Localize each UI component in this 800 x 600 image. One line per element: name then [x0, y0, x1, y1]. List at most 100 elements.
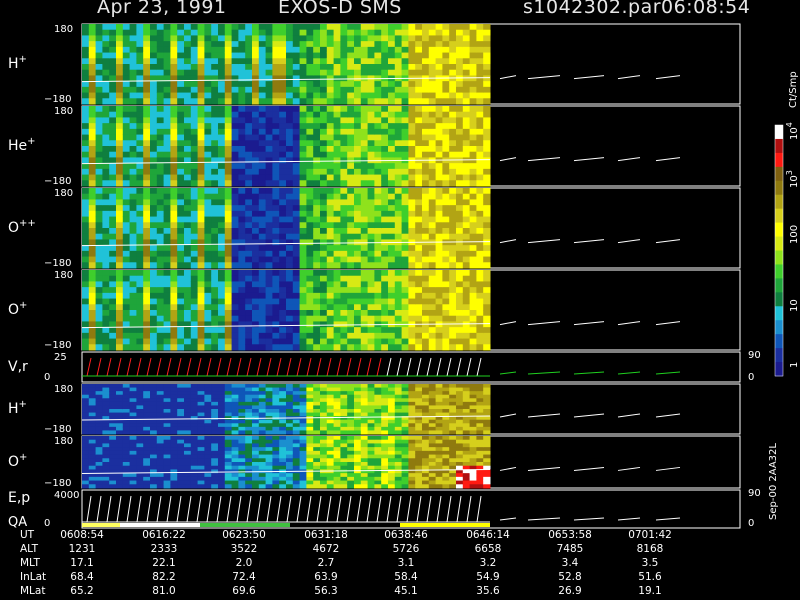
spectrogram-cell	[388, 391, 396, 396]
spectrogram-cell	[150, 426, 158, 431]
spectrogram-cell	[238, 58, 246, 65]
spectrogram-cell	[428, 327, 437, 334]
spectrogram-cell	[224, 332, 233, 340]
spectrogram-cell	[129, 29, 137, 36]
spectrogram-cell	[462, 46, 471, 54]
spectrogram-cell	[211, 174, 219, 181]
spectrogram-cell	[415, 111, 423, 118]
spectrogram-cell	[449, 180, 457, 187]
spectrogram-cell	[88, 41, 97, 48]
spectrogram-cell	[428, 151, 437, 158]
spectrogram-cell	[354, 469, 362, 474]
spectrogram-cell	[252, 205, 260, 212]
spectrogram-cell	[122, 58, 131, 65]
spectrogram-cell	[265, 344, 273, 351]
spectrogram-cell	[190, 41, 199, 48]
spectrogram-cell	[299, 228, 307, 235]
spectrogram-cell	[252, 163, 260, 170]
spectrogram-cell	[476, 398, 484, 403]
spectrogram-cell	[211, 188, 219, 195]
spectrogram-cell	[456, 401, 464, 406]
spectrogram-cell	[313, 270, 321, 277]
spectrogram-cell	[245, 484, 253, 489]
spectrogram-cell	[394, 140, 403, 147]
spectrogram-cell	[218, 281, 226, 288]
spectrogram-cell	[360, 168, 369, 176]
spectrogram-cell	[190, 480, 199, 485]
spectrogram-cell	[252, 287, 260, 294]
spectrogram-cell	[462, 75, 471, 82]
spectrogram-cell	[476, 174, 484, 181]
spectrogram-cell	[150, 484, 158, 489]
spectrogram-cell	[374, 92, 382, 99]
spectrogram-cell	[156, 193, 165, 200]
spectrogram-cell	[211, 216, 219, 223]
spectrogram-cell	[306, 210, 314, 218]
spectrogram-cell	[428, 401, 437, 406]
spectrogram-cell	[177, 469, 185, 474]
spectrogram-cell	[197, 46, 205, 54]
spectrogram-cell	[306, 327, 314, 334]
spectrogram-cell	[272, 476, 280, 482]
spectrogram-cell	[462, 210, 471, 218]
spectrogram-cell	[88, 117, 97, 124]
spectrogram-cell	[218, 92, 226, 99]
spectrogram-cell	[326, 250, 335, 258]
spectrogram-cell	[190, 35, 199, 42]
spectrogram-cell	[95, 412, 103, 417]
spectrogram-cell	[306, 436, 314, 441]
spectrogram-cell	[109, 426, 117, 431]
spectrogram-cell	[170, 35, 178, 42]
spectrogram-cell	[252, 465, 260, 470]
spectrogram-cell	[245, 447, 253, 452]
spectrogram-cell	[292, 476, 301, 482]
spectrogram-cell	[197, 228, 205, 235]
spectrogram-cell	[272, 46, 280, 54]
spectrogram-cell	[265, 81, 273, 88]
spectrogram-cell	[381, 332, 389, 340]
spectrogram-cell	[340, 469, 348, 474]
spectrogram-cell	[483, 52, 491, 59]
spectrogram-cell	[177, 111, 185, 118]
spectrogram-cell	[292, 462, 301, 467]
spectrogram-cell	[381, 338, 389, 345]
spectrogram-cell	[258, 419, 267, 424]
spectrogram-cell	[408, 398, 416, 403]
spectrogram-cell	[388, 256, 396, 263]
spectrogram-cell	[163, 188, 171, 195]
spectrogram-cell	[102, 412, 110, 417]
spectrogram-cell	[476, 344, 484, 351]
spectrogram-cell	[143, 188, 151, 195]
spectrogram-cell	[367, 465, 375, 470]
spectrogram-cell	[320, 298, 328, 305]
spectrogram-cell	[136, 35, 144, 42]
spectrogram-cell	[299, 188, 307, 195]
spectrogram-cell	[211, 310, 219, 317]
spectrogram-cell	[367, 106, 375, 113]
spectrogram-cell	[449, 188, 457, 195]
spectrogram-cell	[136, 344, 144, 351]
spectrogram-cell	[156, 304, 165, 311]
spectrogram-cell	[401, 210, 409, 218]
spectrogram-cell	[374, 412, 382, 417]
spectrogram-cell	[422, 292, 430, 300]
spectrogram-cell	[109, 24, 117, 31]
spectrogram-cell	[354, 24, 362, 31]
spectrogram-cell	[272, 454, 280, 459]
spectrogram-cell	[143, 327, 151, 334]
spectrogram-cell	[211, 409, 219, 414]
spectrogram-cell	[320, 75, 328, 82]
spectrogram-cell	[354, 180, 362, 187]
spectrogram-cell	[136, 473, 144, 478]
spectrogram-cell	[190, 387, 199, 392]
spectrogram-cell	[286, 439, 294, 444]
spectrogram-cell	[238, 384, 246, 389]
spectrogram-cell	[476, 163, 484, 170]
spectrogram-cell	[449, 394, 457, 399]
spectrogram-cell	[394, 151, 403, 158]
spectrogram-cell	[211, 450, 219, 456]
spectrogram-cell	[333, 216, 341, 223]
spectrogram-cell	[326, 168, 335, 176]
spectrogram-cell	[320, 163, 328, 170]
spectrogram-cell	[435, 117, 443, 124]
